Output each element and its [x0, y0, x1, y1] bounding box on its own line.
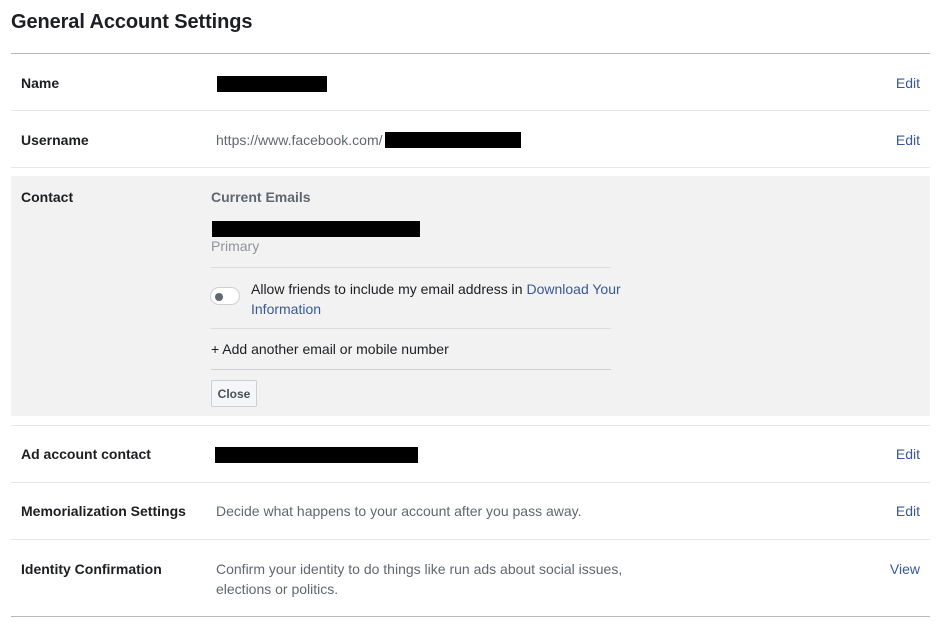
bottom-divider — [11, 616, 930, 617]
close-button[interactable]: Close — [211, 380, 257, 407]
inner-divider — [211, 369, 611, 370]
page-title: General Account Settings — [11, 11, 253, 33]
username-url-prefix: https://www.facebook.com/ — [216, 132, 383, 148]
ad-account-redaction — [215, 447, 418, 463]
name-label: Name — [21, 75, 60, 91]
memorialization-label: Memorialization Settings — [21, 503, 186, 519]
username-edit-link[interactable]: Edit — [896, 132, 920, 148]
current-emails-heading: Current Emails — [211, 189, 311, 205]
add-email-link[interactable]: + Add another email or mobile number — [211, 341, 449, 357]
contact-panel: Contact Current Emails Primary Allow fri… — [11, 176, 930, 416]
name-edit-link[interactable]: Edit — [896, 75, 920, 91]
ad-account-row: Ad account contact Edit — [11, 426, 930, 482]
row-divider — [11, 167, 930, 168]
identity-label: Identity Confirmation — [21, 561, 162, 577]
memorialization-description: Decide what happens to your account afte… — [216, 503, 582, 519]
name-redaction — [217, 76, 327, 92]
identity-view-link[interactable]: View — [890, 561, 920, 577]
identity-row: Identity Confirmation Confirm your ident… — [11, 540, 930, 616]
ad-account-edit-link[interactable]: Edit — [896, 446, 920, 462]
allow-email-toggle[interactable] — [210, 287, 240, 305]
memorialization-edit-link[interactable]: Edit — [896, 503, 920, 519]
contact-label: Contact — [21, 189, 74, 205]
toggle-knob — [215, 293, 223, 301]
name-row: Name Edit — [11, 54, 930, 110]
memorialization-row: Memorialization Settings Decide what hap… — [11, 483, 930, 539]
primary-label: Primary — [211, 238, 260, 254]
username-redaction — [385, 132, 521, 148]
ad-account-label: Ad account contact — [21, 446, 151, 462]
allow-email-text: Allow friends to include my email addres… — [251, 279, 621, 319]
identity-description: Confirm your identity to do things like … — [216, 561, 623, 597]
username-row: Username https://www.facebook.com/ Edit — [11, 111, 930, 167]
allow-text-label: Allow friends to include my email addres… — [251, 281, 527, 297]
username-label: Username — [21, 132, 89, 148]
inner-divider — [211, 328, 611, 329]
inner-divider — [211, 267, 611, 268]
email-redaction — [212, 221, 420, 237]
